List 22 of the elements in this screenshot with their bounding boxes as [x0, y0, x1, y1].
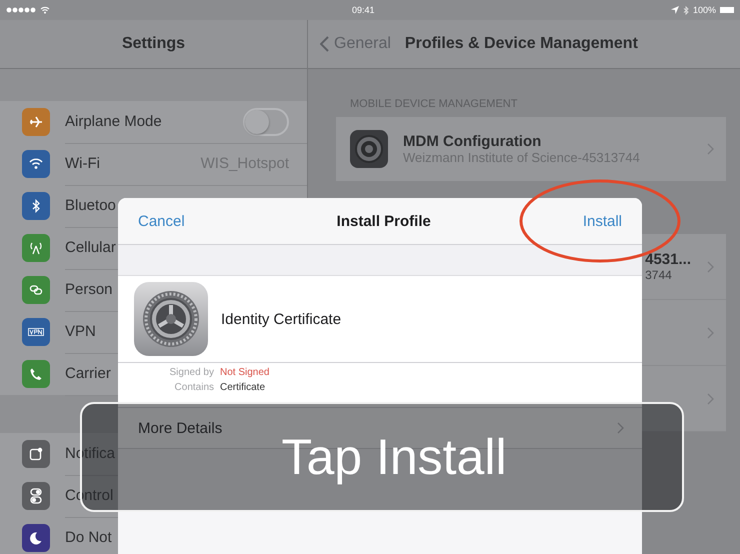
- profile-subtitle: 3744: [645, 268, 673, 282]
- profile-name: Identity Certificate: [221, 310, 342, 328]
- settings-label: Do Not: [65, 529, 112, 546]
- detail-label: Contains: [174, 382, 214, 393]
- dialog-title: Install Profile: [336, 212, 431, 230]
- status-time: 09:41: [352, 5, 375, 15]
- profile-title: 4531...: [645, 251, 691, 268]
- profile-title: MDM Configuration: [403, 133, 542, 150]
- settings-label: Airplane Mode: [65, 113, 162, 130]
- battery-percent: 100%: [692, 5, 716, 15]
- settings-label: Wi-Fi: [65, 155, 100, 172]
- sidebar-title: Settings: [122, 35, 186, 53]
- detail-label: Signed by: [168, 367, 214, 378]
- detail-value: Certificate: [220, 382, 266, 393]
- settings-label: Bluetoo: [65, 197, 116, 214]
- settings-label: VPN: [65, 323, 96, 340]
- settings-label: Cellular: [65, 239, 116, 256]
- more-details-label: More Details: [138, 420, 222, 436]
- settings-label: Person: [65, 281, 113, 298]
- settings-label: Carrier: [65, 365, 111, 382]
- detail-value: Not Signed: [220, 367, 270, 378]
- page-title: Profiles & Device Management: [404, 35, 638, 53]
